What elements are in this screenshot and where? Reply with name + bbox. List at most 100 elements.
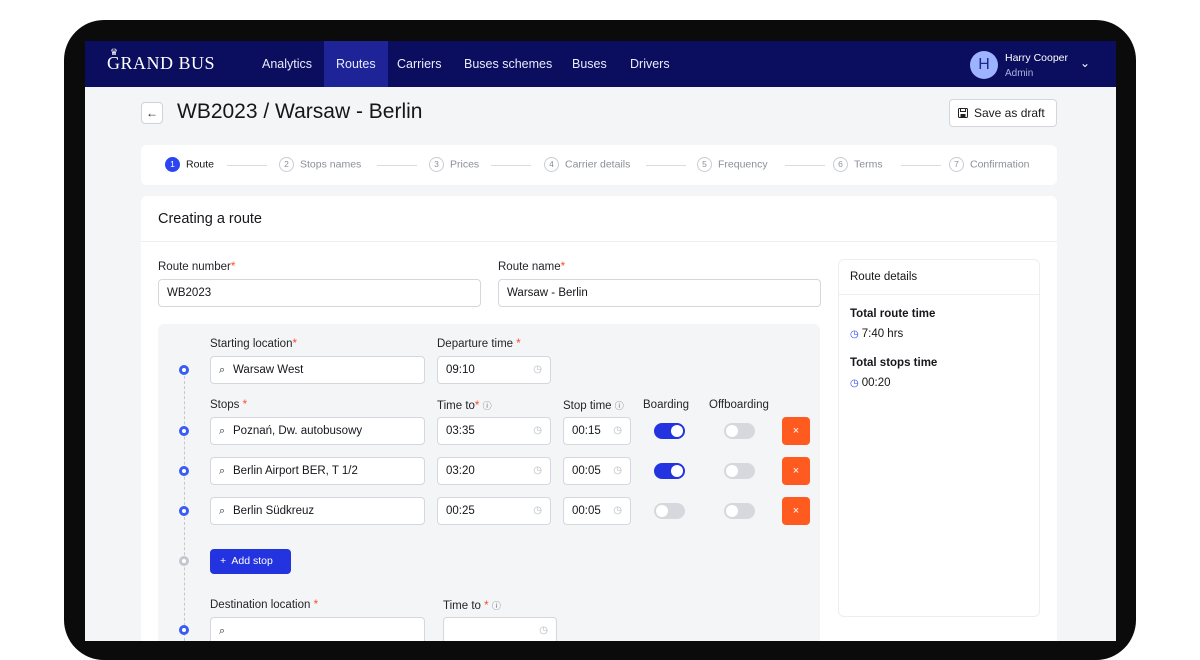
add-stop-label: Add stop <box>231 555 273 567</box>
search-icon: ⌕ <box>219 425 226 437</box>
timeline-dot <box>179 466 189 476</box>
step-prices[interactable]: 3 Prices <box>429 157 479 173</box>
stepper: 1 Route 2 Stops names 3 Prices 4 Carrier det… <box>141 145 1057 185</box>
step-carrier-details[interactable]: 4 Carrier details <box>544 157 630 173</box>
save-draft-label: Save as draft <box>974 106 1045 120</box>
step-connector <box>901 165 941 166</box>
departure-time-input[interactable]: 09:10 ◷ <box>437 356 551 384</box>
step-label: Terms <box>854 158 883 171</box>
clock-icon: ◷ <box>533 505 542 516</box>
total-stops-time-label: Total stops time <box>850 357 938 369</box>
boarding-label: Boarding <box>643 399 690 411</box>
time-to-label: Time to* ⓘ <box>437 400 492 412</box>
clock-icon: ◷ <box>613 425 622 436</box>
delete-stop-button[interactable]: × <box>782 497 810 525</box>
plus-icon: + <box>220 555 227 567</box>
route-name-input[interactable]: Warsaw - Berlin <box>498 279 821 307</box>
step-label: Stops names <box>300 158 362 171</box>
step-stops-names[interactable]: 2 Stops names <box>279 157 361 173</box>
step-label: Route <box>186 158 215 171</box>
save-draft-button[interactable]: Save as draft <box>949 99 1057 127</box>
route-details-title: Route details <box>850 271 918 283</box>
timeline-dot <box>179 625 189 635</box>
search-icon: ⌕ <box>219 364 226 376</box>
arrow-left-icon: ← <box>146 106 158 120</box>
stop-name-input[interactable]: ⌕ Berlin Südkreuz <box>210 497 425 525</box>
brand-logo[interactable]: ♛ GRAND BUS <box>107 47 216 74</box>
step-connector <box>646 165 686 166</box>
stop-duration-input[interactable]: 00:05 ◷ <box>563 457 631 485</box>
clock-icon: ◷ <box>850 378 859 389</box>
close-icon: × <box>792 505 800 517</box>
step-connector <box>227 165 267 166</box>
stop-time-to-input[interactable]: 03:35 ◷ <box>437 417 551 445</box>
step-frequency[interactable]: 5 Frequency <box>697 157 768 173</box>
boarding-toggle[interactable] <box>654 463 685 479</box>
nav-buses[interactable]: Buses <box>560 41 619 87</box>
info-icon: ⓘ <box>614 401 624 411</box>
app-screen: ♛ GRAND BUS Analytics Routes Carriers Bu… <box>85 41 1116 641</box>
delete-stop-button[interactable]: × <box>782 457 810 485</box>
user-role: Admin <box>1005 68 1034 79</box>
offboarding-label: Offboarding <box>709 399 769 411</box>
search-icon: ⌕ <box>219 505 226 517</box>
brand-name: GRAND BUS <box>107 53 216 73</box>
step-connector <box>785 165 825 166</box>
nav-routes[interactable]: Routes <box>324 41 388 87</box>
timeline-dot <box>179 506 189 516</box>
avatar[interactable]: H <box>970 51 998 79</box>
destination-label: Destination location * <box>210 599 319 611</box>
stop-time-to-input[interactable]: 00:25 ◷ <box>437 497 551 525</box>
delete-stop-button[interactable]: × <box>782 417 810 445</box>
destination-time-input[interactable]: ◷ <box>443 617 557 641</box>
clock-icon: ◷ <box>533 465 542 476</box>
step-number: 7 <box>949 157 964 172</box>
nav-drivers[interactable]: Drivers <box>618 41 682 87</box>
step-label: Frequency <box>718 158 768 171</box>
destination-time-label: Time to * ⓘ <box>443 600 501 612</box>
route-number-label: Route number* <box>158 261 236 273</box>
chevron-down-icon[interactable]: ⌄ <box>1080 56 1090 70</box>
destination-location-input[interactable]: ⌕ <box>210 617 425 641</box>
route-builder: Starting location* ⌕ Warsaw West Departur… <box>158 324 820 641</box>
stop-name-input[interactable]: ⌕ Poznań, Dw. autobusowy <box>210 417 425 445</box>
step-route[interactable]: 1 Route <box>165 157 214 173</box>
route-number-input[interactable]: WB2023 <box>158 279 481 307</box>
offboarding-toggle[interactable] <box>724 503 755 519</box>
clock-icon: ◷ <box>533 425 542 436</box>
step-number: 3 <box>429 157 444 172</box>
route-name-label: Route name* <box>498 261 566 273</box>
total-stops-time-value: ◷ 00:20 <box>850 377 891 389</box>
step-label: Prices <box>450 158 480 171</box>
offboarding-toggle[interactable] <box>724 463 755 479</box>
clock-icon: ◷ <box>613 465 622 476</box>
back-button[interactable]: ← <box>141 102 163 124</box>
step-number: 4 <box>544 157 559 172</box>
starting-location-label: Starting location* <box>210 338 297 350</box>
close-icon: × <box>792 425 800 437</box>
stop-duration-input[interactable]: 00:05 ◷ <box>563 497 631 525</box>
add-stop-button[interactable]: + Add stop <box>210 549 291 574</box>
timeline-dot <box>179 556 189 566</box>
stop-name-input[interactable]: ⌕ Berlin Airport BER, T 1/2 <box>210 457 425 485</box>
total-route-time-label: Total route time <box>850 308 936 320</box>
stop-time-to-input[interactable]: 03:20 ◷ <box>437 457 551 485</box>
top-navbar: ♛ GRAND BUS Analytics Routes Carriers Bu… <box>85 41 1116 87</box>
step-confirmation[interactable]: 7 Confirmation <box>949 157 1030 173</box>
user-name: Harry Cooper <box>1005 52 1069 64</box>
step-connector <box>377 165 417 166</box>
timeline-dot <box>179 426 189 436</box>
stop-duration-input[interactable]: 00:15 ◷ <box>563 417 631 445</box>
boarding-toggle[interactable] <box>654 503 685 519</box>
step-terms[interactable]: 6 Terms <box>833 157 883 173</box>
stops-label: Stops * <box>210 399 248 411</box>
boarding-toggle[interactable] <box>654 423 685 439</box>
nav-buses-schemes[interactable]: Buses schemes <box>452 41 564 87</box>
starting-location-input[interactable]: ⌕ Warsaw West <box>210 356 425 384</box>
stop-time-label: Stop time ⓘ <box>563 400 624 412</box>
nav-analytics[interactable]: Analytics <box>250 41 324 87</box>
offboarding-toggle[interactable] <box>724 423 755 439</box>
nav-carriers[interactable]: Carriers <box>385 41 453 87</box>
step-number: 5 <box>697 157 712 172</box>
route-details-panel: Route details Total route time ◷ 7:40 hrs… <box>838 259 1040 617</box>
